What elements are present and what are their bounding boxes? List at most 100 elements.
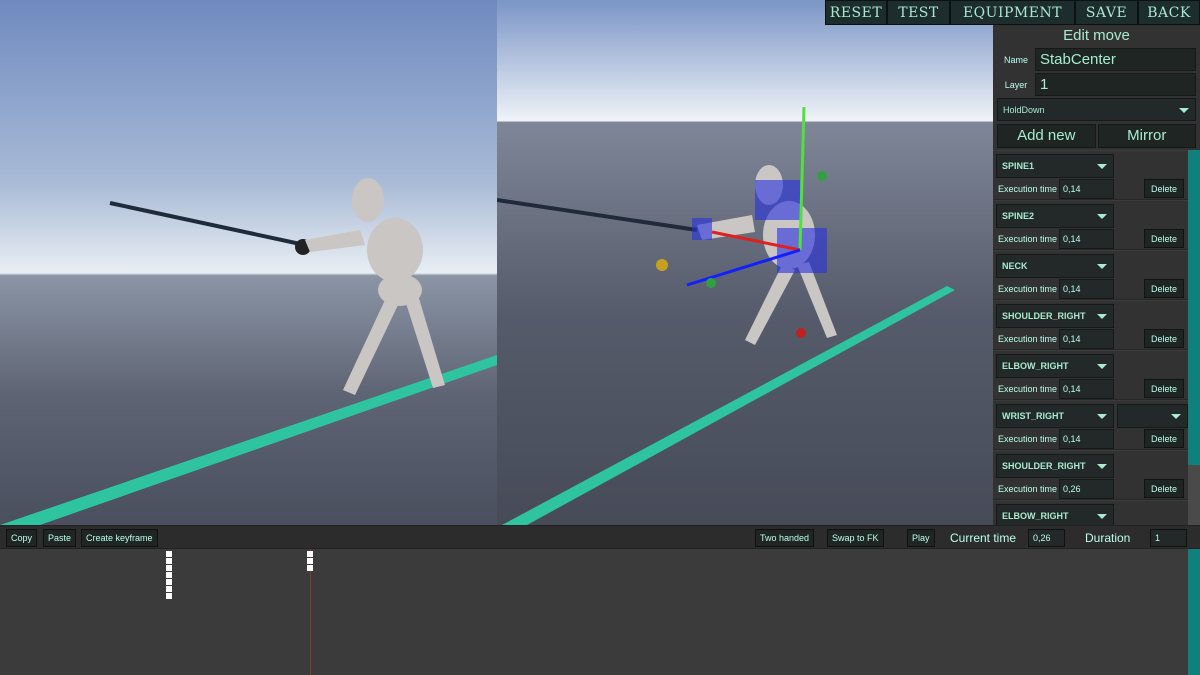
edit-move-panel: Edit move Name StabCenter Layer 1 HoldDown…	[993, 25, 1200, 525]
chevron-down-icon	[1097, 264, 1107, 269]
execution-time-label: Execution time	[998, 384, 1058, 394]
bone-dropdown[interactable]: ELBOW_RIGHT	[996, 504, 1114, 525]
timeline-toolbar: Copy Paste Create keyframe Two handed Sw…	[0, 525, 1200, 549]
play-button[interactable]: Play	[907, 529, 935, 547]
chevron-down-icon	[1097, 314, 1107, 319]
keyframe-marker[interactable]	[166, 579, 172, 585]
keyframe-marker[interactable]	[166, 593, 172, 599]
chevron-down-icon	[1097, 514, 1107, 519]
execution-time-input[interactable]: 0,14	[1059, 429, 1114, 449]
bone-name: ELBOW_RIGHT	[1002, 361, 1069, 371]
name-label: Name	[1003, 54, 1028, 65]
bone-name: ELBOW_RIGHT	[1002, 511, 1069, 521]
duration-input[interactable]: 1	[1150, 529, 1187, 547]
keyframe-marker[interactable]	[166, 551, 172, 557]
bone-dropdown[interactable]: NECK	[996, 254, 1114, 278]
copy-button[interactable]: Copy	[6, 529, 38, 547]
execution-time-label: Execution time	[998, 484, 1058, 494]
timeline-scrollbar[interactable]	[1188, 549, 1200, 675]
save-button[interactable]: SAVE	[1075, 0, 1138, 25]
duration-label: Duration	[1085, 531, 1131, 545]
bone-dropdown[interactable]: SPINE2	[996, 204, 1114, 228]
back-button[interactable]: BACK	[1138, 0, 1200, 25]
viewport-editor[interactable]	[497, 0, 993, 525]
editor-scene	[497, 106, 955, 525]
delete-button[interactable]: Delete	[1144, 379, 1184, 398]
execution-time-label: Execution time	[998, 234, 1058, 244]
bone-list: SPINE1 Execution time 0,14 Delete SPINE2 Exec…	[993, 150, 1188, 525]
bone-entry: NECK Execution time 0,14 Delete	[993, 250, 1188, 300]
ik-target[interactable]	[706, 278, 716, 288]
secondary-dropdown[interactable]	[1117, 404, 1188, 428]
bone-dropdown[interactable]: SPINE1	[996, 154, 1114, 178]
ik-target[interactable]	[817, 171, 827, 181]
chevron-down-icon	[1097, 364, 1107, 369]
execution-time-input[interactable]: 0,14	[1059, 329, 1114, 349]
preview-scene	[0, 178, 497, 525]
name-input[interactable]: StabCenter	[1035, 48, 1196, 71]
delete-button[interactable]: Delete	[1144, 429, 1184, 448]
bone-entry: WRIST_RIGHT Execution time 0,14 Delete	[993, 400, 1188, 450]
bone-entry: SHOULDER_RIGHT Execution time 0,14 Delete	[993, 300, 1188, 350]
bone-name: WRIST_RIGHT	[1002, 411, 1064, 421]
execution-time-label: Execution time	[998, 184, 1058, 194]
hold-mode-value: HoldDown	[1003, 104, 1045, 115]
layer-input[interactable]: 1	[1035, 73, 1196, 96]
keyframe-marker[interactable]	[166, 565, 172, 571]
execution-time-input[interactable]: 0,14	[1059, 229, 1114, 249]
bone-entry: ELBOW_RIGHT	[993, 500, 1188, 525]
reset-button[interactable]: RESET	[825, 0, 887, 25]
ik-target[interactable]	[656, 259, 668, 271]
delete-button[interactable]: Delete	[1144, 329, 1184, 348]
current-time-label: Current time	[950, 531, 1017, 545]
chevron-down-icon	[1097, 164, 1107, 169]
execution-time-input[interactable]: 0,14	[1059, 279, 1114, 299]
chevron-down-icon	[1097, 464, 1107, 469]
bone-entry: SPINE1 Execution time 0,14 Delete	[993, 150, 1188, 200]
create-keyframe-button[interactable]: Create keyframe	[81, 529, 158, 547]
bone-name: SPINE1	[1002, 161, 1035, 171]
bone-dropdown[interactable]: SHOULDER_RIGHT	[996, 304, 1114, 328]
bone-dropdown[interactable]: ELBOW_RIGHT	[996, 354, 1114, 378]
ground-line	[502, 286, 955, 525]
keyframe-marker[interactable]	[166, 586, 172, 592]
keyframe-marker[interactable]	[166, 558, 172, 564]
execution-time-label: Execution time	[998, 334, 1058, 344]
bone-dropdown[interactable]: WRIST_RIGHT	[996, 404, 1114, 428]
bone-dropdown[interactable]: SHOULDER_RIGHT	[996, 454, 1114, 478]
test-button[interactable]: TEST	[887, 0, 950, 25]
ik-target[interactable]	[796, 328, 806, 338]
fencer-figure	[305, 178, 445, 395]
add-new-button[interactable]: Add new	[997, 123, 1096, 148]
delete-button[interactable]: Delete	[1144, 279, 1184, 298]
panel-title: Edit move	[1063, 27, 1130, 44]
chevron-down-icon	[1171, 414, 1181, 419]
execution-time-input[interactable]: 0,14	[1059, 179, 1114, 199]
hold-mode-dropdown[interactable]: HoldDown	[997, 98, 1196, 121]
keyframe-marker[interactable]	[307, 558, 313, 564]
execution-time-input[interactable]: 0,26	[1059, 479, 1114, 499]
execution-time-input[interactable]: 0,14	[1059, 379, 1114, 399]
two-handed-button[interactable]: Two handed	[755, 529, 815, 547]
chevron-down-icon	[1097, 214, 1107, 219]
delete-button[interactable]: Delete	[1144, 479, 1184, 498]
bone-name: SPINE2	[1002, 211, 1035, 221]
delete-button[interactable]: Delete	[1144, 229, 1184, 248]
ground-line	[0, 355, 497, 525]
keyframe-marker[interactable]	[307, 565, 313, 571]
bone-name: NECK	[1002, 261, 1028, 271]
keyframe-marker[interactable]	[166, 572, 172, 578]
panel-scroll-track[interactable]	[1188, 465, 1200, 525]
current-time-input[interactable]: 0,26	[1028, 529, 1065, 547]
equipment-button[interactable]: EQUIPMENT	[950, 0, 1075, 25]
timeline[interactable]	[0, 549, 1188, 675]
chevron-down-icon	[1097, 414, 1107, 419]
paste-button[interactable]: Paste	[43, 529, 77, 547]
keyframe-marker[interactable]	[307, 551, 313, 557]
sword	[497, 198, 698, 232]
panel-scrollbar[interactable]	[1188, 150, 1200, 465]
mirror-button[interactable]: Mirror	[1097, 123, 1196, 148]
delete-button[interactable]: Delete	[1144, 179, 1184, 198]
viewport-preview[interactable]	[0, 0, 497, 525]
swap-to-fk-button[interactable]: Swap to FK	[827, 529, 884, 547]
